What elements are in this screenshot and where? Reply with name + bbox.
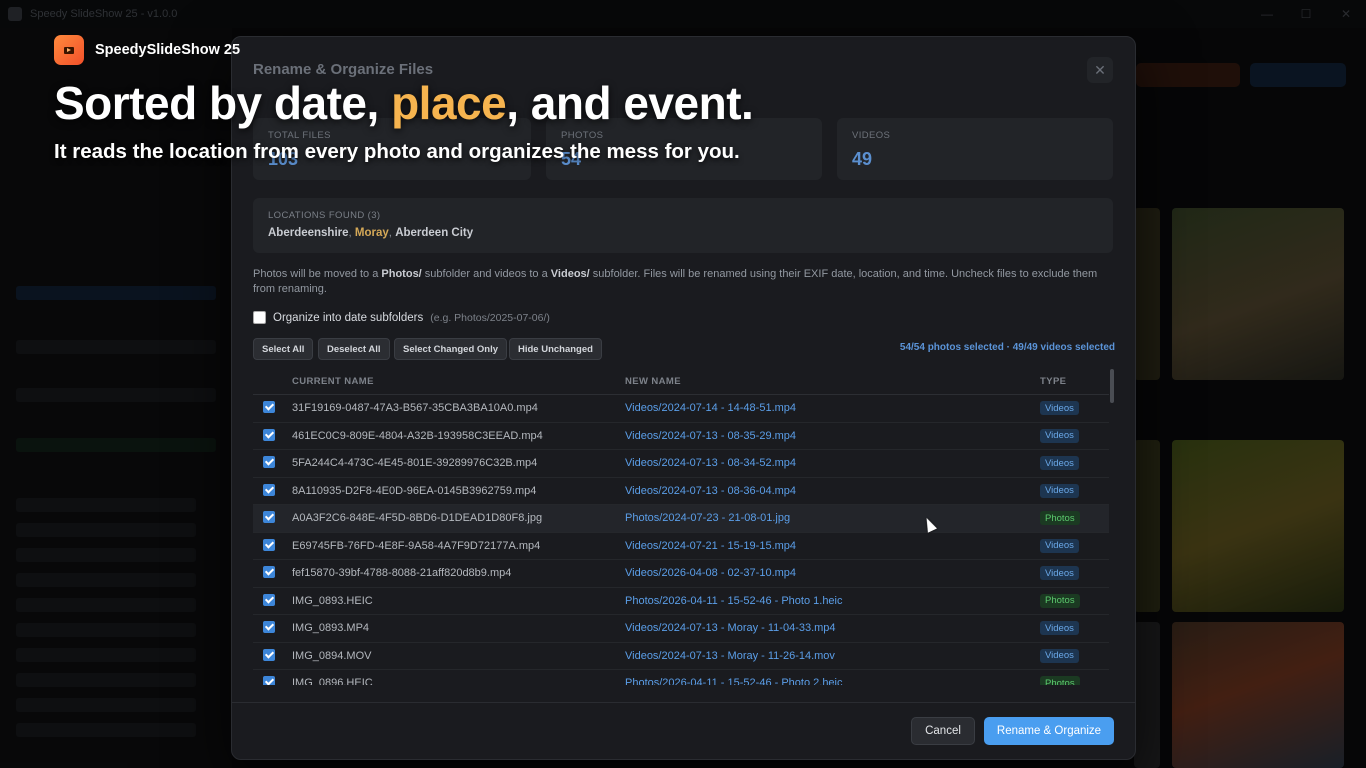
current-name-cell: IMG_0893.MP4	[292, 622, 370, 634]
description-bold: Videos/	[550, 268, 590, 280]
row-checkbox[interactable]	[263, 593, 275, 606]
rename-organize-button[interactable]: Rename & Organize	[984, 717, 1114, 745]
promo-headline: Sorted by date, place, and event.	[54, 76, 754, 130]
files-table: CURRENT NAME NEW NAME TYPE 31F19169-0487…	[253, 369, 1109, 685]
type-badge: Videos	[1040, 401, 1079, 415]
locations-panel: LOCATIONS FOUND (3) Aberdeenshire, Moray…	[253, 198, 1113, 253]
table-row[interactable]: 461EC0C9-809E-4804-A32B-193958C3EEAD.mp4…	[253, 423, 1109, 450]
new-name-cell: Videos/2024-07-13 - 08-34-52.mp4	[625, 457, 797, 469]
new-name-cell: Videos/2024-07-21 - 15-19-15.mp4	[625, 539, 797, 552]
current-name-cell: 5FA244C4-473C-4E45-801E-39289976C32B.mp4	[292, 457, 538, 469]
table-header: CURRENT NAME NEW NAME TYPE	[253, 369, 1109, 395]
date-subfolders-checkbox[interactable]	[253, 311, 266, 324]
brand-name: SpeedySlideShow 25	[95, 42, 241, 58]
current-name-cell: 31F19169-0487-47A3-B567-35CBA3BA10A0.mp4	[292, 402, 538, 414]
current-name-cell: 8A110935-D2F8-4E0D-96EA-0145B3962759.mp4	[292, 484, 537, 497]
row-checkbox[interactable]	[263, 566, 275, 578]
row-checkbox[interactable]	[263, 648, 275, 661]
table-row[interactable]: IMG_0896.HEIC Photos/2026-04-11 - 15-52-4…	[253, 670, 1109, 685]
brand: SpeedySlideShow 25	[54, 35, 240, 65]
footer-divider	[232, 702, 1135, 703]
table-row[interactable]: IMG_0893.HEIC Photos/2026-04-11 - 15-52-4…	[253, 588, 1109, 615]
selection-count: 54/54 photos selected · 49/49 videos sel…	[899, 342, 1115, 353]
type-badge: Videos	[1040, 428, 1079, 443]
new-name-cell: Videos/2024-07-13 - 08-36-04.mp4	[625, 484, 797, 497]
dialog-description: Photos will be moved to a Photos/ subfol…	[253, 267, 1119, 297]
current-name-cell: E69745FB-76FD-4E8F-9A58-4A7F9D72177A.mp4	[292, 539, 541, 552]
type-badge: Videos	[1040, 483, 1079, 498]
new-name-cell: Videos/2024-07-13 - Moray - 11-04-33.mp4	[625, 622, 836, 634]
headline-text: , and event.	[506, 77, 754, 129]
table-row[interactable]: E69745FB-76FD-4E8F-9A58-4A7F9D72177A.mp4…	[253, 533, 1109, 560]
location-item: Aberdeen City	[395, 227, 474, 239]
new-name-cell: Videos/2026-04-08 - 02-37-10.mp4	[625, 567, 797, 579]
type-badge: Videos	[1040, 648, 1079, 663]
locations-list: Aberdeenshire, Moray, Aberdeen City	[268, 227, 473, 239]
row-checkbox[interactable]	[263, 538, 275, 551]
location-item: Aberdeenshire	[268, 227, 349, 239]
table-row[interactable]: fef15870-39bf-4788-8088-21aff820d8b9.mp4…	[253, 560, 1109, 588]
headline-accent: place	[391, 77, 507, 129]
cancel-button[interactable]: Cancel	[911, 717, 975, 745]
column-header-type: TYPE	[1040, 376, 1067, 387]
new-name-cell: Videos/2024-07-14 - 14-48-51.mp4	[625, 402, 797, 414]
location-item: Moray	[354, 227, 389, 239]
row-checkbox[interactable]	[263, 676, 275, 685]
app-logo-icon	[54, 35, 84, 65]
current-name-cell: A0A3F2C6-848E-4F5D-8BD6-D1DEAD1D80F8.jpg	[292, 512, 543, 524]
column-header-new: NEW NAME	[625, 376, 681, 387]
row-checkbox[interactable]	[263, 401, 275, 413]
type-badge: Photos	[1040, 511, 1080, 525]
promo-subline: It reads the location from every photo a…	[54, 140, 740, 163]
type-badge: Videos	[1040, 621, 1079, 635]
table-scrollbar[interactable]	[1110, 369, 1114, 403]
stat-value: 49	[852, 149, 873, 169]
row-checkbox[interactable]	[263, 483, 275, 496]
row-checkbox[interactable]	[263, 511, 275, 523]
new-name-cell: Videos/2024-07-13 - Moray - 11-26-14.mov	[625, 649, 835, 662]
column-header-current: CURRENT NAME	[292, 376, 374, 387]
new-name-cell: Photos/2026-04-11 - 15-52-46 - Photo 2.h…	[625, 677, 843, 685]
type-badge: Videos	[1040, 456, 1079, 470]
table-row[interactable]: 8A110935-D2F8-4E0D-96EA-0145B3962759.mp4…	[253, 478, 1109, 505]
table-body: 31F19169-0487-47A3-B567-35CBA3BA10A0.mp4…	[253, 395, 1109, 685]
stat-videos: VIDEOS 49	[837, 118, 1113, 180]
description-bold: Photos/	[381, 268, 422, 280]
table-row[interactable]: IMG_0893.MP4 Videos/2024-07-13 - Moray - …	[253, 615, 1109, 643]
hide-unchanged-button[interactable]: Hide Unchanged	[509, 338, 602, 360]
date-subfolders-option[interactable]: Organize into date subfolders (e.g. Phot…	[253, 311, 550, 324]
new-name-cell: Photos/2024-07-23 - 21-08-01.jpg	[625, 512, 791, 524]
type-badge: Photos	[1040, 676, 1080, 685]
description-text: subfolder and videos to a	[421, 268, 551, 280]
current-name-cell: IMG_0894.MOV	[292, 649, 372, 662]
table-row[interactable]: 5FA244C4-473C-4E45-801E-39289976C32B.mp4…	[253, 450, 1109, 478]
current-name-cell: IMG_0893.HEIC	[292, 594, 373, 607]
date-subfolders-hint: (e.g. Photos/2025-07-06/)	[430, 311, 550, 324]
select-changed-button[interactable]: Select Changed Only	[394, 338, 508, 360]
description-text: Photos will be moved to a	[253, 268, 382, 280]
row-checkbox[interactable]	[263, 621, 275, 633]
new-name-cell: Photos/2026-04-11 - 15-52-46 - Photo 1.h…	[625, 594, 843, 607]
locations-label: LOCATIONS FOUND (3)	[268, 210, 381, 221]
date-subfolders-label[interactable]: Organize into date subfolders	[273, 312, 423, 324]
select-all-button[interactable]: Select All	[253, 338, 314, 360]
deselect-all-button[interactable]: Deselect All	[318, 338, 390, 360]
row-checkbox[interactable]	[263, 428, 275, 441]
stat-label: VIDEOS	[852, 130, 891, 141]
current-name-cell: 461EC0C9-809E-4804-A32B-193958C3EEAD.mp4	[292, 429, 543, 442]
current-name-cell: fef15870-39bf-4788-8088-21aff820d8b9.mp4	[292, 567, 512, 579]
close-icon[interactable]: ✕	[1087, 57, 1113, 83]
new-name-cell: Videos/2024-07-13 - 08-35-29.mp4	[625, 429, 797, 442]
current-name-cell: IMG_0896.HEIC	[292, 677, 373, 685]
table-row[interactable]: 31F19169-0487-47A3-B567-35CBA3BA10A0.mp4…	[253, 395, 1109, 423]
row-checkbox[interactable]	[263, 456, 275, 468]
type-badge: Photos	[1040, 593, 1080, 608]
table-row[interactable]: A0A3F2C6-848E-4F5D-8BD6-D1DEAD1D80F8.jpg…	[253, 505, 1109, 533]
type-badge: Videos	[1040, 566, 1079, 580]
table-row[interactable]: IMG_0894.MOV Videos/2024-07-13 - Moray - …	[253, 643, 1109, 670]
type-badge: Videos	[1040, 538, 1079, 553]
headline-text: Sorted by date,	[54, 77, 392, 129]
